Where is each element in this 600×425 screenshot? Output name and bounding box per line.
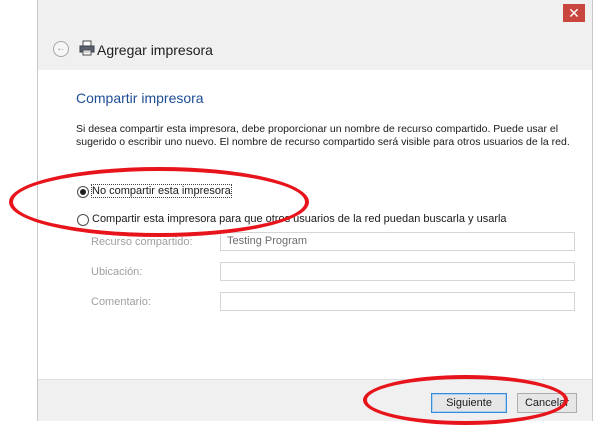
wizard-footer: Siguiente Cancelar <box>38 379 592 421</box>
comment-label: Comentario: <box>91 296 151 308</box>
wizard-title: Agregar impresora <box>97 42 213 58</box>
add-printer-dialog: ✕ ← Agregar impresora Compartir impresor… <box>37 0 593 421</box>
location-field[interactable] <box>220 262 575 281</box>
printer-icon <box>79 40 95 56</box>
page-title: Compartir impresora <box>76 90 204 106</box>
radio-no-share[interactable] <box>77 186 89 198</box>
cancel-button[interactable]: Cancelar <box>517 393 577 413</box>
wizard-content: Compartir impresora Si desea compartir e… <box>38 70 592 379</box>
comment-field[interactable] <box>220 292 575 311</box>
radio-share-label[interactable]: Compartir esta impresora para que otros … <box>92 213 507 225</box>
share-name-label: Recurso compartido: <box>91 236 193 248</box>
radio-share[interactable] <box>77 214 89 226</box>
wizard-header: ← Agregar impresora <box>38 26 592 70</box>
next-button[interactable]: Siguiente <box>431 393 507 413</box>
location-label: Ubicación: <box>91 266 143 278</box>
title-bar: ✕ <box>38 0 592 26</box>
arrow-left-icon: ← <box>56 43 66 54</box>
radio-selected-dot <box>80 189 86 195</box>
radio-no-share-label[interactable]: No compartir esta impresora <box>91 184 232 198</box>
close-button[interactable]: ✕ <box>563 4 585 22</box>
share-name-field[interactable]: Testing Program <box>220 232 575 251</box>
back-button[interactable]: ← <box>53 41 69 57</box>
page-description: Si desea compartir esta impresora, debe … <box>76 123 570 148</box>
